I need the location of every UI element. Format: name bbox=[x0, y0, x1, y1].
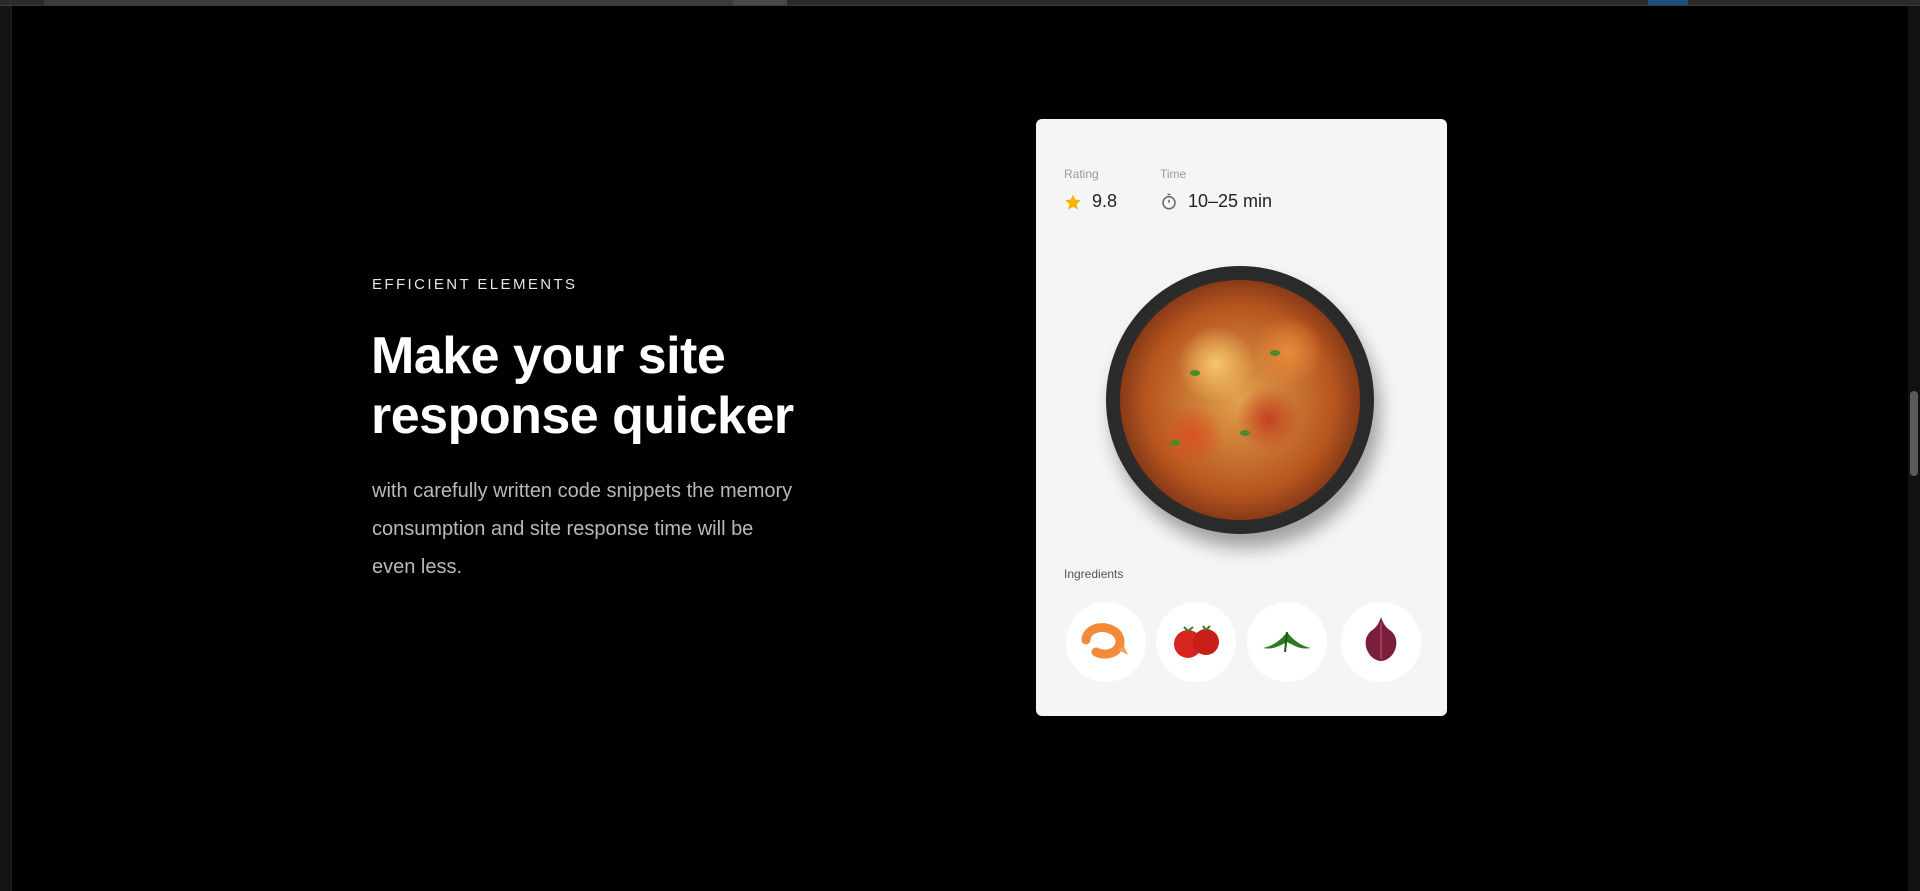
herb-garnish bbox=[1190, 370, 1200, 376]
top-bar-highlight bbox=[1648, 0, 1688, 5]
stopwatch-icon bbox=[1160, 193, 1178, 211]
top-bar-segment bbox=[44, 0, 734, 5]
tomato-icon bbox=[1168, 618, 1224, 667]
herb-garnish bbox=[1240, 430, 1250, 436]
pasta-dish-image bbox=[1106, 266, 1374, 534]
herb-garnish bbox=[1170, 440, 1180, 446]
rating-stat: 9.8 bbox=[1064, 191, 1117, 212]
shrimp-icon bbox=[1078, 620, 1134, 665]
section-headline: Make your site response quicker bbox=[371, 327, 794, 445]
herb-garnish bbox=[1270, 350, 1280, 356]
section-eyebrow: EFFICIENT ELEMENTS bbox=[372, 276, 578, 293]
ingredient-tomato[interactable] bbox=[1156, 602, 1236, 682]
top-bar-segment bbox=[733, 0, 787, 5]
recipe-card: Rating 9.8 Time 10–25 min Ingredients bbox=[1036, 119, 1447, 716]
rating-label: Rating bbox=[1064, 167, 1099, 181]
time-stat: 10–25 min bbox=[1160, 191, 1272, 212]
scrollbar-thumb[interactable] bbox=[1910, 391, 1918, 476]
time-value: 10–25 min bbox=[1188, 191, 1273, 211]
ingredient-onion[interactable] bbox=[1341, 602, 1421, 682]
onion-icon bbox=[1359, 613, 1403, 672]
time-label: Time bbox=[1160, 167, 1187, 181]
parsley-icon bbox=[1257, 622, 1317, 663]
ingredient-parsley[interactable] bbox=[1247, 602, 1327, 682]
vertical-scrollbar[interactable] bbox=[1908, 6, 1920, 891]
ingredient-shrimp[interactable] bbox=[1066, 602, 1146, 682]
section-description: with carefully written code snippets the… bbox=[372, 480, 793, 578]
browser-top-bar bbox=[0, 0, 1920, 6]
star-icon bbox=[1064, 193, 1082, 211]
left-window-edge bbox=[0, 6, 12, 891]
ingredients-label: Ingredients bbox=[1064, 567, 1124, 581]
rating-value: 9.8 bbox=[1092, 191, 1118, 211]
pasta-dish-contents bbox=[1120, 280, 1360, 520]
